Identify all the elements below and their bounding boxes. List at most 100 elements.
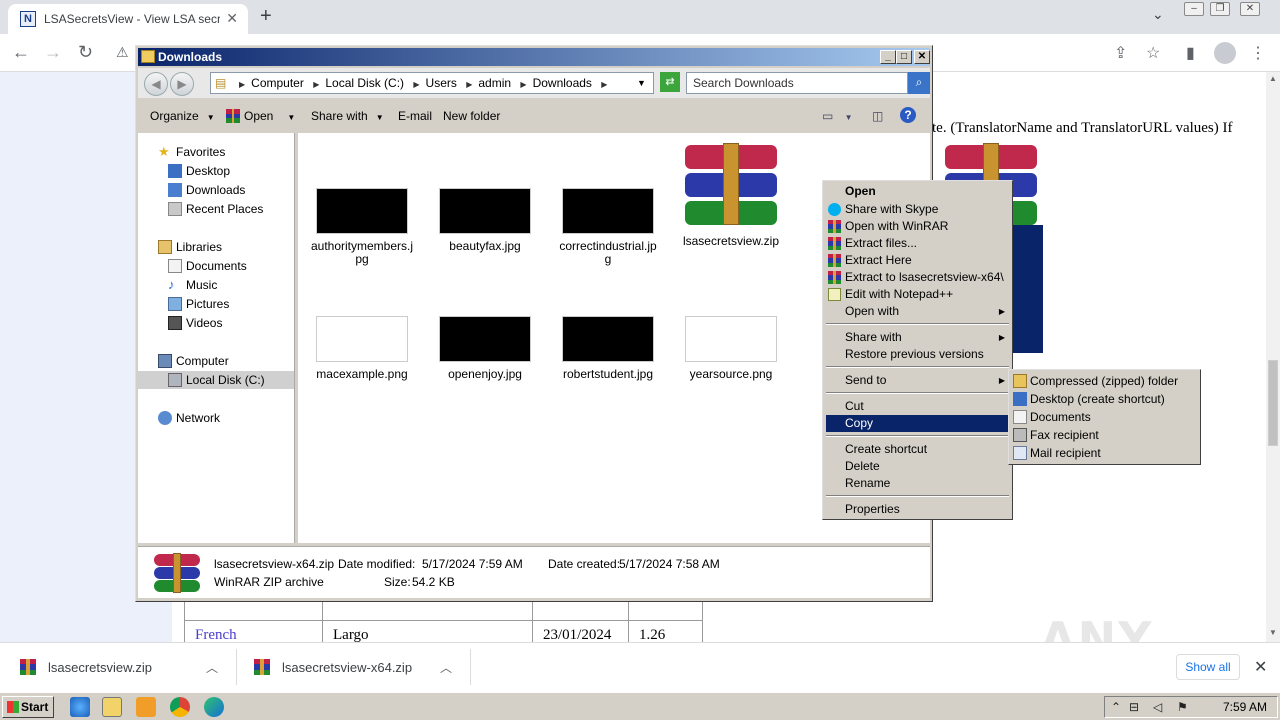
- help-icon[interactable]: ?: [900, 107, 916, 123]
- search-icon[interactable]: ⌕: [908, 72, 930, 94]
- menu-item-share-skype[interactable]: Share with Skype: [826, 201, 1009, 218]
- download-item[interactable]: lsasecretsview.zip ︿: [0, 643, 236, 691]
- menu-item-open[interactable]: Open: [826, 183, 1009, 200]
- side-panel-icon[interactable]: ▮: [1186, 43, 1195, 63]
- nav-libraries[interactable]: Libraries: [158, 238, 222, 256]
- nav-local-disk[interactable]: Local Disk (C:): [138, 371, 294, 389]
- file-item[interactable]: robertstudent.jpg: [553, 316, 663, 381]
- language-link[interactable]: French: [184, 620, 323, 645]
- nav-network[interactable]: Network: [158, 409, 220, 427]
- browser-tab[interactable]: N LSASecretsView - View LSA secrets s ✕: [8, 4, 248, 34]
- nav-computer[interactable]: Computer: [158, 352, 229, 370]
- maximize-icon[interactable]: □: [896, 50, 912, 64]
- nav-favorites[interactable]: ★ Favorites: [158, 143, 225, 161]
- browser-menu-icon[interactable]: ⋮: [1250, 43, 1266, 63]
- clock[interactable]: 7:59 AM: [1223, 700, 1267, 714]
- page-scrollbar[interactable]: ▲ ▼: [1266, 72, 1280, 642]
- minimize-icon[interactable]: _: [880, 50, 896, 64]
- site-info-warning-icon[interactable]: ⚠: [116, 44, 129, 61]
- tray-volume-icon[interactable]: ◁: [1153, 700, 1162, 714]
- menu-item-delete[interactable]: Delete: [826, 458, 1009, 475]
- menu-item-share-with[interactable]: Share with ▶: [826, 329, 1009, 346]
- start-button[interactable]: Start: [2, 696, 54, 718]
- tray-flag-icon[interactable]: ⚑: [1177, 700, 1188, 714]
- edge-icon[interactable]: [204, 697, 224, 717]
- menu-item-copy[interactable]: Copy: [826, 415, 1009, 432]
- nav-recent-places[interactable]: Recent Places: [168, 200, 263, 218]
- back-arrow-icon[interactable]: ←: [12, 42, 30, 63]
- address-dropdown-icon[interactable]: ▼: [637, 78, 646, 88]
- sendto-documents[interactable]: Documents: [1012, 408, 1197, 426]
- breadcrumb-item[interactable]: Users: [426, 76, 457, 90]
- tray-network-icon[interactable]: ⊟: [1129, 700, 1139, 714]
- tab-close-icon[interactable]: ✕: [226, 10, 238, 27]
- breadcrumb-item[interactable]: Local Disk (C:): [325, 76, 404, 90]
- refresh-icon[interactable]: ⇄: [660, 72, 680, 92]
- close-downloads-icon[interactable]: ✕: [1254, 657, 1267, 677]
- sendto-compressed-folder[interactable]: Compressed (zipped) folder: [1012, 372, 1197, 390]
- show-all-button[interactable]: Show all: [1176, 654, 1240, 680]
- view-options-icon[interactable]: ▭ ▼: [822, 109, 853, 123]
- menu-item-extract-to[interactable]: Extract to lsasecretsview-x64\: [826, 269, 1009, 286]
- file-item[interactable]: authoritymembers.j pg: [307, 188, 417, 266]
- breadcrumb-item[interactable]: Downloads: [533, 76, 592, 90]
- new-folder-button[interactable]: New folder: [443, 109, 500, 123]
- forward-arrow-icon[interactable]: →: [44, 42, 62, 63]
- profile-avatar-icon[interactable]: [1214, 42, 1236, 64]
- breadcrumb-item[interactable]: admin: [478, 76, 511, 90]
- tab-search-chevron-icon[interactable]: ⌄: [1152, 6, 1164, 23]
- chevron-up-icon[interactable]: ︿: [206, 659, 218, 676]
- organize-button[interactable]: Organize ▼: [150, 109, 215, 123]
- media-player-icon[interactable]: [136, 697, 156, 717]
- nav-documents[interactable]: Documents: [168, 257, 247, 275]
- search-input[interactable]: Search Downloads: [686, 72, 908, 94]
- file-item[interactable]: macexample.png: [307, 316, 417, 381]
- reload-icon[interactable]: ↻: [78, 42, 93, 63]
- explorer-icon[interactable]: [102, 697, 122, 717]
- nav-music[interactable]: ♪ Music: [168, 276, 217, 294]
- email-button[interactable]: E-mail: [398, 109, 432, 123]
- file-item[interactable]: openenjoy.jpg: [430, 316, 540, 381]
- nav-desktop[interactable]: Desktop: [168, 162, 230, 180]
- address-bar[interactable]: ▤ ▶ Computer ▶ Local Disk (C:) ▶ Users ▶ adm…: [210, 72, 654, 94]
- menu-item-properties[interactable]: Properties: [826, 501, 1009, 518]
- sendto-mail[interactable]: Mail recipient: [1012, 444, 1197, 462]
- restore-window-icon[interactable]: ❐: [1210, 2, 1230, 16]
- share-with-button[interactable]: Share with ▼: [311, 109, 384, 123]
- scroll-up-icon[interactable]: ▲: [1269, 74, 1277, 83]
- share-icon[interactable]: ⇪: [1114, 43, 1127, 63]
- chrome-icon[interactable]: [170, 697, 190, 717]
- sendto-fax[interactable]: Fax recipient: [1012, 426, 1197, 444]
- file-item[interactable]: yearsource.png: [676, 316, 786, 381]
- forward-icon[interactable]: ▶: [170, 72, 194, 96]
- tray-up-arrow-icon[interactable]: ⌃: [1111, 700, 1121, 714]
- menu-item-extract-files[interactable]: Extract files...: [826, 235, 1009, 252]
- menu-item-cut[interactable]: Cut: [826, 398, 1009, 415]
- file-item[interactable]: lsasecretsview.zip: [676, 143, 786, 248]
- bookmark-star-icon[interactable]: ☆: [1146, 43, 1160, 63]
- menu-item-edit-notepadpp[interactable]: Edit with Notepad++: [826, 286, 1009, 303]
- new-tab-icon[interactable]: +: [260, 5, 272, 28]
- chevron-up-icon[interactable]: ︿: [440, 659, 452, 676]
- menu-item-create-shortcut[interactable]: Create shortcut: [826, 441, 1009, 458]
- file-item[interactable]: correctindustrial.jp g: [553, 188, 663, 266]
- close-window-icon[interactable]: ✕: [1240, 2, 1260, 16]
- sendto-desktop[interactable]: Desktop (create shortcut): [1012, 390, 1197, 408]
- close-icon[interactable]: ✕: [914, 50, 930, 64]
- menu-item-rename[interactable]: Rename: [826, 475, 1009, 492]
- menu-item-send-to[interactable]: Send to ▶: [826, 372, 1009, 389]
- menu-item-open-winrar[interactable]: Open with WinRAR: [826, 218, 1009, 235]
- menu-item-extract-here[interactable]: Extract Here: [826, 252, 1009, 269]
- nav-pictures[interactable]: Pictures: [168, 295, 229, 313]
- download-item[interactable]: lsasecretsview-x64.zip ︿: [236, 643, 472, 691]
- menu-item-restore-versions[interactable]: Restore previous versions: [826, 346, 1009, 363]
- file-item[interactable]: beautyfax.jpg: [430, 188, 540, 253]
- preview-pane-icon[interactable]: ◫: [872, 109, 883, 123]
- scrollbar-thumb[interactable]: [1268, 360, 1278, 446]
- menu-item-open-with[interactable]: Open with ▶: [826, 303, 1009, 320]
- minimize-window-icon[interactable]: –: [1184, 2, 1204, 16]
- breadcrumb-item[interactable]: Computer: [251, 76, 304, 90]
- nav-downloads[interactable]: Downloads: [168, 181, 245, 199]
- open-button[interactable]: Open ▼: [226, 109, 295, 123]
- back-icon[interactable]: ◀: [144, 72, 168, 96]
